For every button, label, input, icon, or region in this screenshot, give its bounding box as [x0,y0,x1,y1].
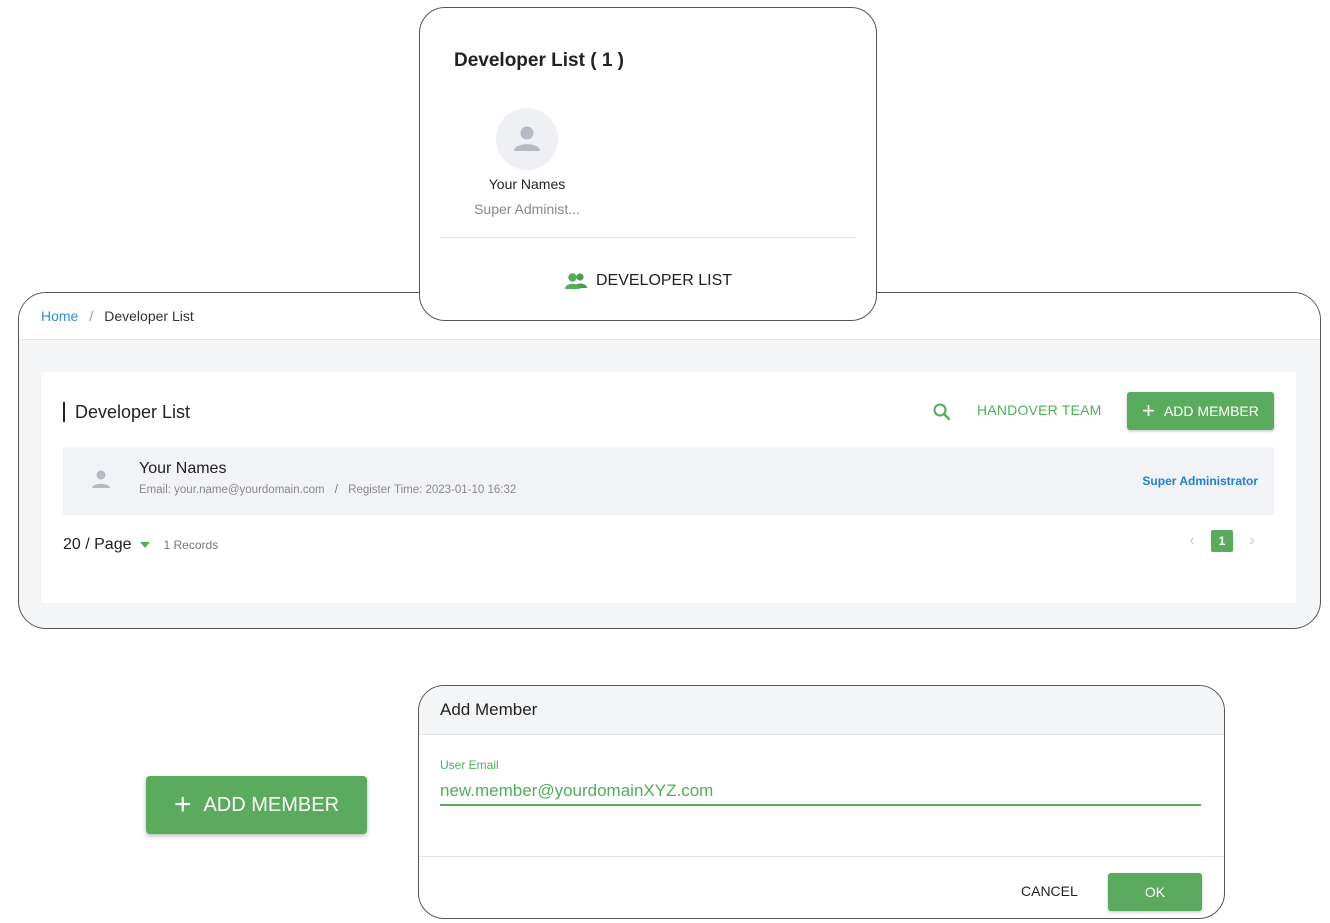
meta-separator: / [334,484,338,496]
list-title: Developer List [63,402,190,422]
breadcrumb-home-link[interactable]: Home [41,308,78,324]
table-row[interactable]: Your Names Email: your.name@yourdomain.c… [63,447,1274,515]
developer-name: Your Names [488,176,566,192]
page-size-select[interactable]: 20 / Page [63,536,150,554]
summary-title: Developer List ( 1 ) [454,50,624,71]
developer-role: Super Administ... [474,201,580,217]
list-header: Developer List HANDOVER TEAM + ADD MEMBE… [63,392,1274,432]
member-name: Your Names [139,460,227,477]
developer-list-label: DEVELOPER LIST [595,272,733,289]
pagination-info: 20 / Page 1 Records [63,536,218,554]
user-email-field[interactable] [440,778,1201,806]
users-icon [564,273,587,289]
breadcrumb-current: Developer List [104,308,194,324]
card-divider [440,237,856,238]
user-email-label: User Email [440,758,499,772]
user-avatar-icon [514,126,540,151]
handover-team-button[interactable]: HANDOVER TEAM [977,402,1101,418]
email-label: Email: [139,484,171,496]
caret-down-icon [139,542,150,548]
user-avatar-icon [91,469,111,491]
add-member-dialog: Add Member User Email CANCEL OK [418,685,1225,919]
plus-icon: + [1142,398,1155,423]
developer-summary-card: Developer List ( 1 ) Your Names Super Ad… [419,7,877,321]
developer-list-panel: Home / Developer List Developer List HAN… [18,292,1321,629]
ok-button[interactable]: OK [1108,873,1202,911]
pagination-controls: ‹ 1 › [1182,530,1262,552]
member-role-link[interactable]: Super Administrator [1142,474,1258,488]
developer-list-link[interactable]: DEVELOPER LIST [420,272,876,290]
page-number-button[interactable]: 1 [1211,530,1233,552]
avatar [496,108,558,170]
chevron-right-icon[interactable]: › [1242,532,1262,550]
add-member-label: ADD MEMBER [1163,403,1259,419]
member-email: your.name@yourdomain.com [174,484,325,496]
add-member-button-large[interactable]: + ADD MEMBER [146,776,367,834]
record-count: 1 Records [163,538,219,552]
register-time-label: Register Time: [348,484,423,496]
dialog-title: Add Member [419,686,1224,735]
search-icon[interactable] [931,401,953,423]
member-meta: Email: your.name@yourdomain.com / Regist… [139,484,516,496]
page-size-value: 20 / Page [63,536,132,553]
content-card: Developer List HANDOVER TEAM + ADD MEMBE… [41,372,1296,603]
register-time: 2023-01-10 16:32 [425,484,517,496]
breadcrumb-separator: / [89,308,94,324]
add-member-button[interactable]: + ADD MEMBER [1127,392,1274,430]
plus-icon: + [173,788,192,821]
dialog-footer-divider [419,856,1224,857]
add-member-large-label: ADD MEMBER [203,793,340,816]
cancel-button[interactable]: CANCEL [1021,883,1078,899]
chevron-left-icon[interactable]: ‹ [1182,532,1202,550]
